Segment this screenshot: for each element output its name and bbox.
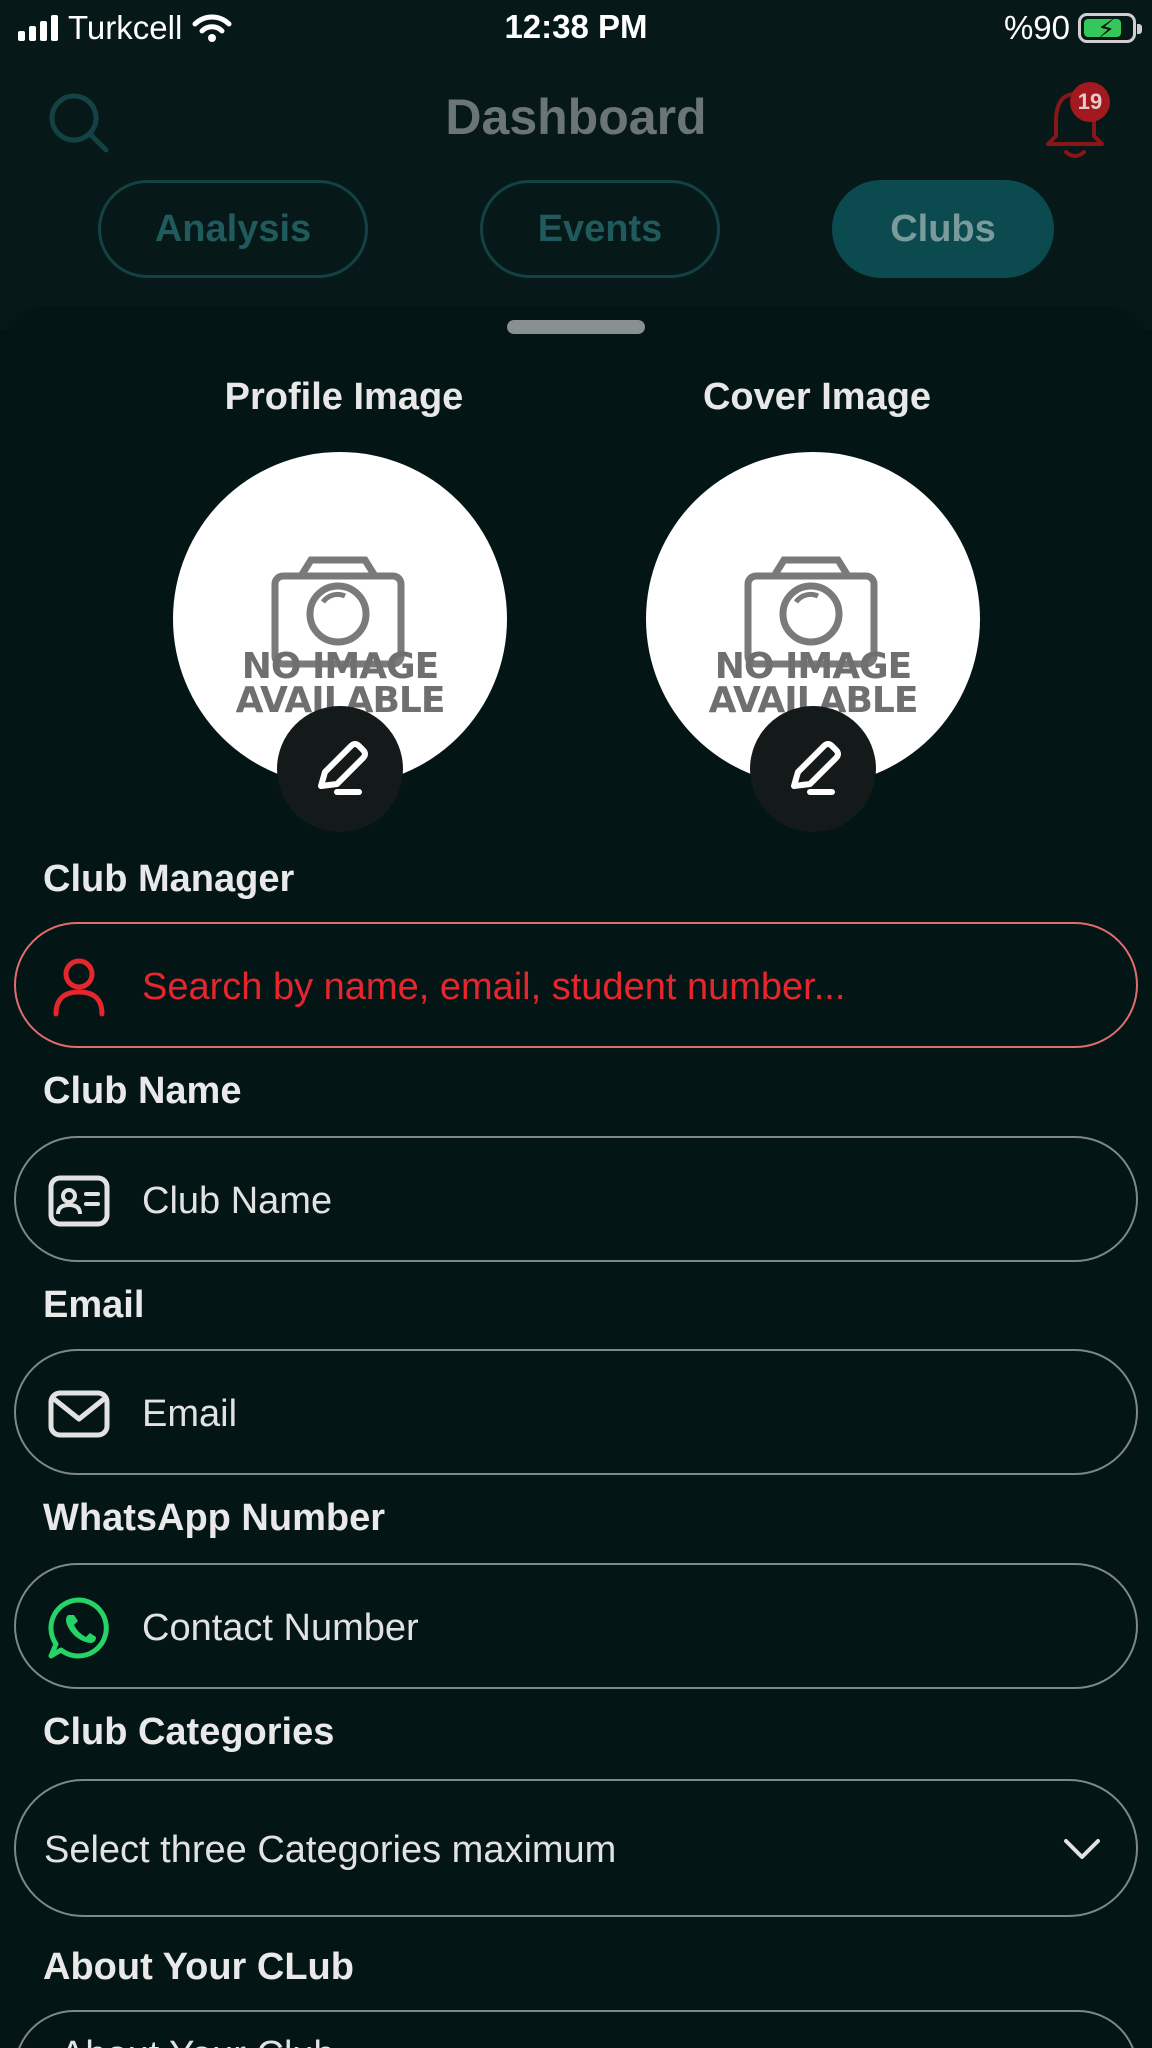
tab-events[interactable]: Events	[480, 180, 720, 278]
club-manager-label: Club Manager	[43, 858, 295, 900]
whatsapp-placeholder: Contact Number	[142, 1606, 419, 1649]
tab-analysis[interactable]: Analysis	[98, 180, 368, 278]
battery-percent: %90	[1003, 9, 1070, 46]
club-manager-search-input[interactable]: Search by name, email, student number...	[14, 922, 1138, 1048]
no-image-line1: NO IMAGE	[714, 646, 913, 687]
edit-profile-image-button[interactable]	[277, 706, 403, 832]
cover-image-label: Cover Image	[702, 376, 932, 418]
tab-clubs[interactable]: Clubs	[832, 180, 1054, 278]
email-input[interactable]: Email	[14, 1349, 1138, 1475]
club-categories-label: Club Categories	[43, 1711, 335, 1753]
pencil-icon	[791, 741, 841, 795]
id-card-icon	[48, 1175, 110, 1227]
club-categories-select[interactable]: Select three Categories maximum	[14, 1779, 1138, 1917]
status-right: %90 ⚡	[1003, 8, 1142, 48]
envelope-icon	[48, 1390, 110, 1438]
profile-image-label: Profile Image	[224, 376, 464, 418]
whatsapp-number-input[interactable]: Contact Number	[14, 1563, 1138, 1689]
status-time: 12:38 PM	[504, 8, 648, 45]
no-image-line1: NO IMAGE	[241, 646, 440, 687]
whatsapp-label: WhatsApp Number	[43, 1497, 385, 1539]
edit-cover-image-button[interactable]	[750, 706, 876, 832]
pencil-icon	[318, 741, 368, 795]
tab-bar: Analysis Events Clubs	[0, 180, 1152, 278]
club-name-label: Club Name	[43, 1070, 242, 1112]
status-bar: Turkcell 12:38 PM %90 ⚡	[0, 0, 1152, 58]
about-club-placeholder: About Your Club	[60, 2034, 335, 2048]
about-club-textarea[interactable]: About Your Club	[14, 2010, 1138, 2048]
club-categories-placeholder: Select three Categories maximum	[44, 1828, 617, 1871]
notification-badge: 19	[1070, 82, 1110, 122]
screen: { "status_bar": { "carrier": "Turkcell",…	[0, 0, 1152, 2048]
chevron-down-icon	[1064, 1839, 1100, 1859]
club-manager-placeholder: Search by name, email, student number...	[142, 965, 846, 1008]
sheet-drag-handle[interactable]	[507, 320, 645, 334]
whatsapp-icon	[48, 1597, 109, 1659]
nav-header: Dashboard 19	[0, 70, 1152, 166]
club-form-sheet: Profile Image Cover Image NO IMAGE AVAIL…	[0, 306, 1152, 2048]
page-title: Dashboard	[445, 89, 707, 145]
email-placeholder: Email	[142, 1392, 238, 1435]
notifications-button[interactable]: 19	[1040, 82, 1120, 162]
email-label: Email	[43, 1284, 145, 1326]
top-area: Turkcell 12:38 PM %90 ⚡ Dashboard 19 Ana…	[0, 0, 1152, 330]
battery-icon: ⚡	[1078, 13, 1142, 44]
about-club-label: About Your CLub	[43, 1946, 354, 1988]
club-name-placeholder: Club Name	[142, 1179, 333, 1222]
user-icon	[53, 958, 105, 1017]
club-name-input[interactable]: Club Name	[14, 1136, 1138, 1262]
